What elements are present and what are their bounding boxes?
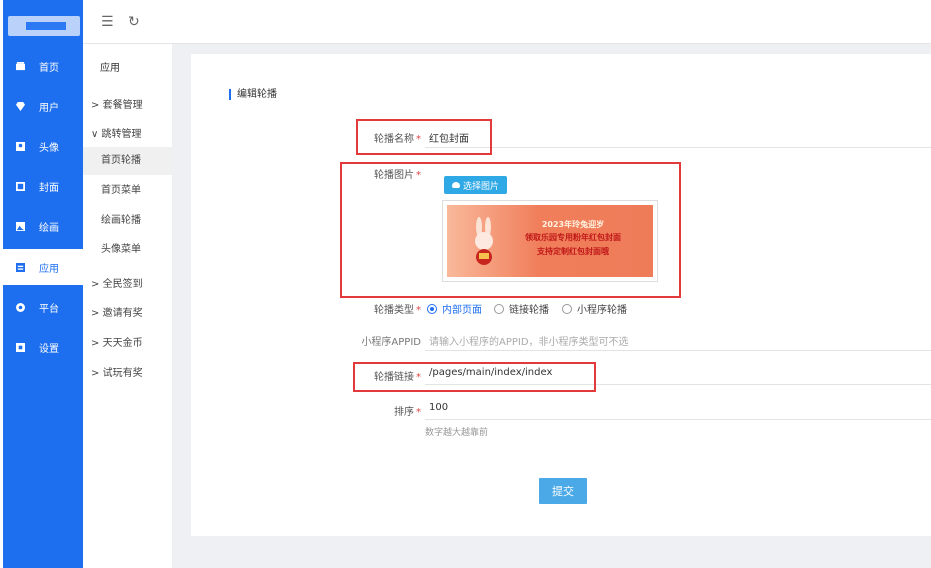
name-input-underline [425,147,931,148]
cloud-upload-icon [451,182,460,188]
subnav-item-avatar-menu[interactable]: 头像菜单 [83,236,173,264]
chevron-right-icon: > [91,338,100,349]
nav-item-settings[interactable]: 设置 [3,329,83,365]
subnav-group-label: 天天金币 [102,338,143,349]
nav-label: 首页 [39,62,59,74]
subnav-group-package[interactable]: > 套餐管理 [91,96,143,111]
link-input[interactable]: /pages/main/index/index [429,367,552,378]
link-input-underline [425,384,931,385]
chevron-right-icon: > [91,279,100,290]
nav-item-users[interactable]: 用户 [3,88,83,124]
subnav-item-drawing-carousel[interactable]: 绘画轮播 [83,207,173,235]
radio-miniprogram-carousel[interactable]: 小程序轮播 [562,301,627,316]
radio-link-carousel[interactable]: 链接轮播 [494,301,549,316]
link-label: 轮播链接 * [374,372,421,383]
nav-item-apps[interactable]: 应用 [3,249,85,285]
banner-preview[interactable]: 2023年玲兔迎岁 领取乐园专用粉年红包封面 支持定制红包封面哦 [442,200,658,282]
edit-card: 编辑轮播 轮播名称 * 红包封面 轮播图片 * 选择图片 2023年玲兔迎岁 领取乐… [191,54,931,536]
radio-dot [562,303,572,314]
banner-subline: 领取乐园专用粉年红包封面 [525,233,621,242]
chevron-right-icon: > [91,368,100,379]
subnav-item-home-menu[interactable]: 首页菜单 [83,177,173,205]
nav-label: 绘画 [39,222,59,234]
sort-input-underline [425,419,931,420]
picture-icon [16,181,25,191]
appid-input-underline [425,350,931,351]
appid-label: 小程序APPID [361,337,421,348]
image-label: 轮播图片 * [374,170,421,181]
subnav-group-label: 跳转管理 [101,129,142,140]
palette-icon [16,221,25,231]
appid-input[interactable]: 请输入小程序的APPID，非小程序类型可不选 [429,333,629,348]
name-label: 轮播名称 * [374,134,421,145]
select-image-button[interactable]: 选择图片 [444,176,507,194]
radio-dot [494,303,504,314]
chevron-down-icon: ∨ [91,129,99,140]
chevron-right-icon: > [91,100,100,111]
subnav-title: 应用 [100,63,120,74]
top-bar: ☰ ↻ [83,0,931,44]
banner-image: 2023年玲兔迎岁 领取乐园专用粉年红包封面 支持定制红包封面哦 [447,205,653,277]
nav-label: 设置 [39,343,59,355]
radio-dot [427,303,437,314]
platform-icon [16,302,25,312]
sub-sidebar: 应用 > 套餐管理 ∨ 跳转管理 首页轮播 首页菜单 绘画轮播 头像菜单 > 全… [83,44,173,568]
nav-item-platform[interactable]: 平台 [3,289,83,325]
home-icon [16,61,25,70]
subnav-group-label: 邀请有奖 [102,308,143,319]
chevron-right-icon: > [91,308,100,319]
app-logo [8,16,80,36]
type-label: 轮播类型 * [374,305,421,316]
image-icon [16,141,25,151]
app-icon [16,262,25,272]
subnav-group-trial[interactable]: > 试玩有奖 [91,364,143,379]
nav-label: 应用 [39,263,59,275]
page-title: 编辑轮播 [229,89,277,100]
subnav-group-jump[interactable]: ∨ 跳转管理 [91,125,142,140]
diamond-icon [16,101,25,111]
radio-internal-page[interactable]: 内部页面 [427,301,482,316]
main-sidebar: 首页 用户 头像 封面 绘画 应用 平台 设置 [3,0,85,568]
subnav-group-label: 套餐管理 [102,100,143,111]
name-input[interactable]: 红包封面 [429,130,469,145]
subnav-group-label: 全民签到 [102,279,143,290]
sort-label: 排序 * [394,407,421,418]
sort-input[interactable]: 100 [429,402,448,413]
sort-hint: 数字越大越靠前 [425,428,489,438]
select-image-label: 选择图片 [462,181,499,192]
subnav-group-invite[interactable]: > 邀请有奖 [91,304,143,319]
nav-label: 头像 [39,142,59,154]
subnav-group-coins[interactable]: > 天天金币 [91,334,143,349]
subnav-group-label: 试玩有奖 [102,368,143,379]
subnav-item-home-carousel[interactable]: 首页轮播 [83,147,173,175]
submit-button[interactable]: 提交 [539,478,587,504]
main-content: 编辑轮播 轮播名称 * 红包封面 轮播图片 * 选择图片 2023年玲兔迎岁 领取乐… [173,44,931,568]
nav-label: 平台 [39,303,59,315]
nav-item-home[interactable]: 首页 [3,48,83,84]
menu-collapse-icon[interactable]: ☰ [101,14,114,30]
banner-headline: 2023年玲兔迎岁 [541,220,605,229]
subnav-group-checkin[interactable]: > 全民签到 [91,275,143,290]
settings-icon [16,342,25,352]
nav-label: 用户 [39,102,59,114]
nav-item-avatar[interactable]: 头像 [3,128,83,164]
nav-label: 封面 [39,182,59,194]
nav-item-drawing[interactable]: 绘画 [3,208,83,244]
refresh-icon[interactable]: ↻ [128,14,140,30]
nav-item-cover[interactable]: 封面 [3,168,83,204]
banner-subline: 支持定制红包封面哦 [537,247,609,256]
